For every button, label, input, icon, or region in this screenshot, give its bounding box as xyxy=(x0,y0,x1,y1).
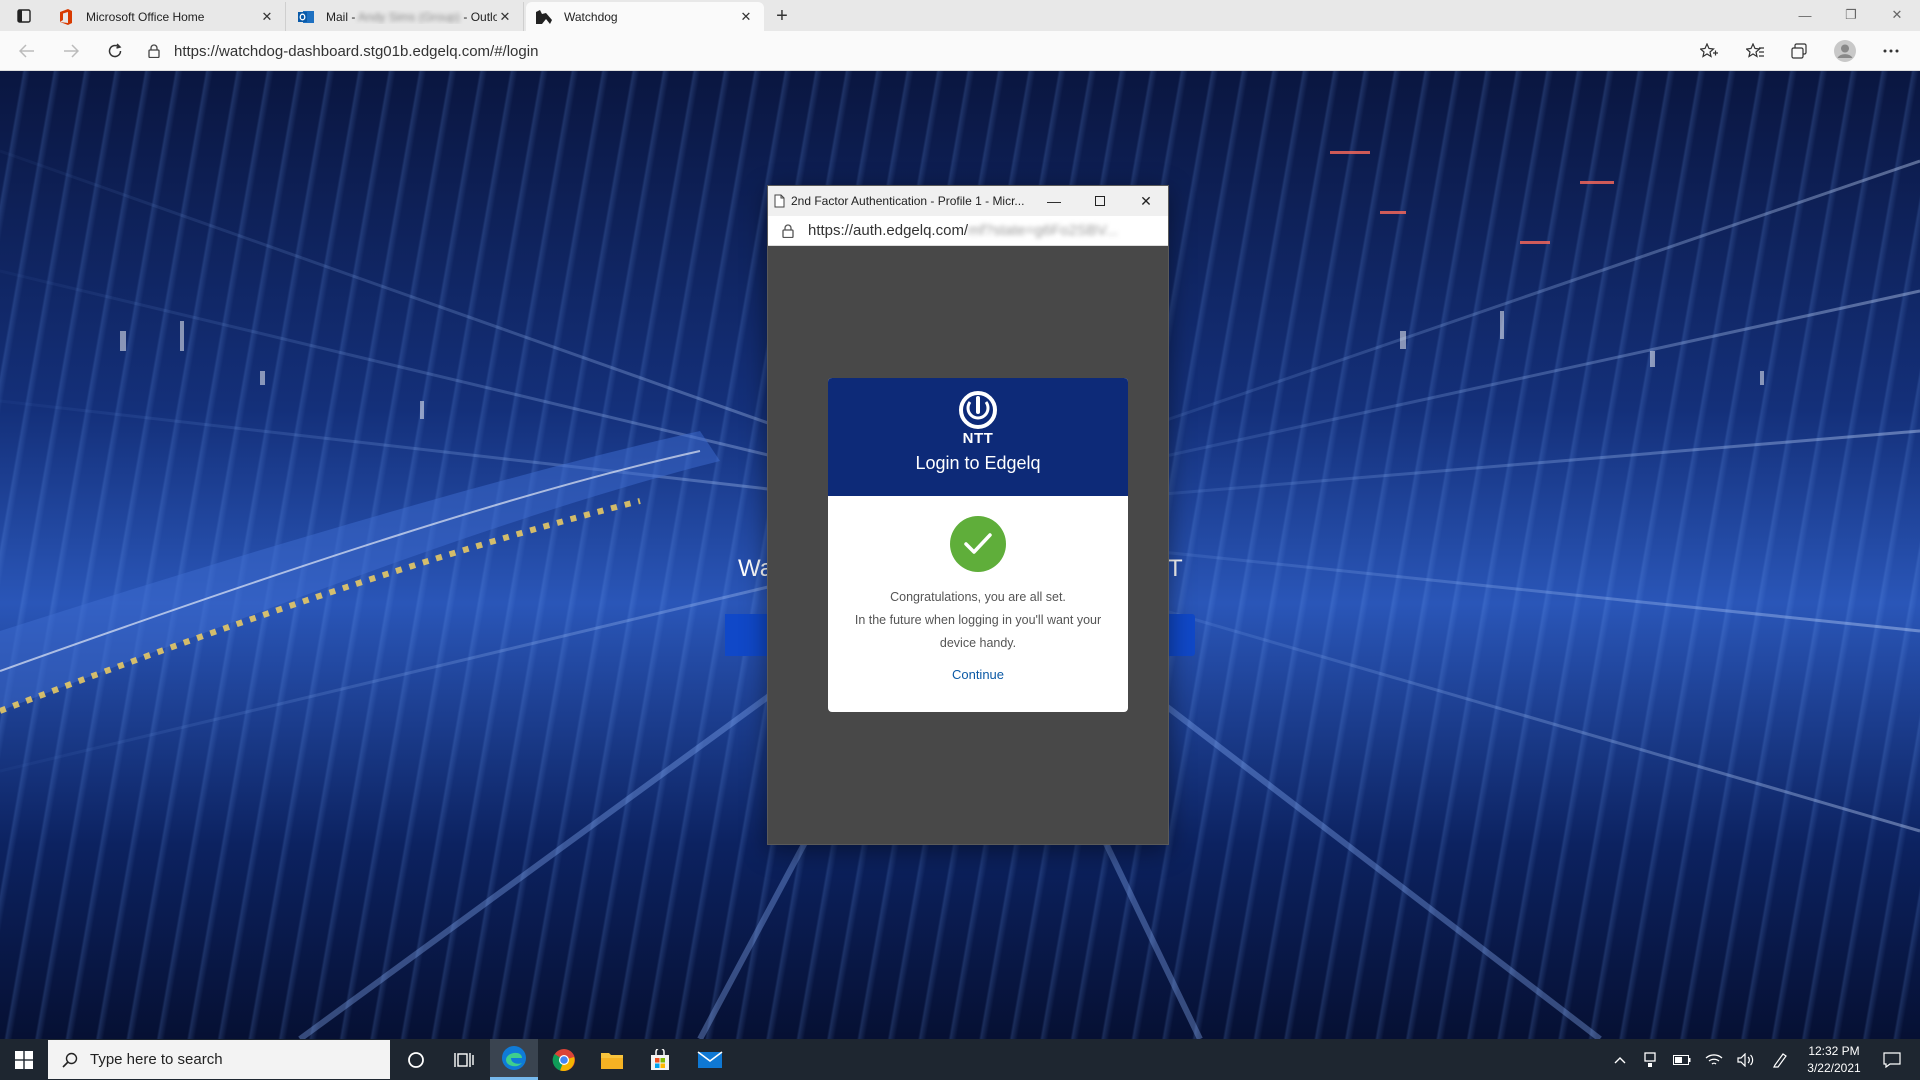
lock-icon xyxy=(782,223,794,238)
success-message-line1: Congratulations, you are all set. xyxy=(890,590,1066,604)
auth-success-card: NTT Login to Edgelq Congratulations, you… xyxy=(828,378,1128,712)
watchdog-icon xyxy=(536,9,552,25)
popup-address-bar: https://auth.edgelq.com/ mf?state=g6Fo2S… xyxy=(768,216,1168,246)
popup-url-path: mf?state=g6Fo2SBV... xyxy=(968,222,1119,239)
close-icon[interactable]: ✕ xyxy=(738,9,754,25)
meet-now-icon[interactable] xyxy=(1636,1039,1664,1080)
task-view-icon[interactable] xyxy=(440,1039,488,1080)
success-check-icon xyxy=(950,516,1006,572)
chrome-taskbar-icon[interactable] xyxy=(540,1039,588,1080)
show-hidden-icons-icon[interactable] xyxy=(1606,1039,1634,1080)
popup-minimize-icon[interactable]: — xyxy=(1032,186,1076,216)
tab-label: Mail - Andy Sims (Group) - Outlook xyxy=(326,10,497,24)
favorites-icon[interactable] xyxy=(1742,39,1768,63)
close-icon[interactable]: ✕ xyxy=(497,9,513,25)
popup-url-host: https://auth.edgelq.com/ xyxy=(808,222,969,239)
pen-workspace-icon[interactable] xyxy=(1766,1039,1794,1080)
close-window-icon[interactable]: ✕ xyxy=(1874,0,1920,30)
address-bar[interactable]: https://watchdog-dashboard.stg01b.edgelq… xyxy=(148,36,1708,66)
restore-icon[interactable]: ❐ xyxy=(1828,0,1874,30)
forward-icon[interactable] xyxy=(58,39,84,63)
lock-icon[interactable] xyxy=(148,44,160,58)
new-tab-button[interactable]: + xyxy=(770,5,794,27)
success-message-line2: In the future when logging in you'll wan… xyxy=(854,613,1102,650)
profile-avatar-icon[interactable] xyxy=(1832,39,1858,63)
more-options-icon[interactable] xyxy=(1878,39,1904,63)
windows-taskbar: Type here to search 12:32 PM 3/22/2021 xyxy=(0,1039,1920,1080)
card-title: Login to Edgelq xyxy=(915,453,1041,473)
login-button-partial-left[interactable] xyxy=(725,614,767,656)
navigation-bar: https://watchdog-dashboard.stg01b.edgelq… xyxy=(0,31,1920,71)
cortana-icon[interactable] xyxy=(392,1039,440,1080)
notifications-icon[interactable] xyxy=(1872,1039,1912,1080)
popup-title: 2nd Factor Authentication - Profile 1 - … xyxy=(791,194,1025,208)
tab-label: Microsoft Office Home xyxy=(86,9,205,24)
tab-mail[interactable]: Mail - Andy Sims (Group) - Outlook ✕ xyxy=(288,2,524,31)
minimize-icon[interactable]: — xyxy=(1782,0,1828,30)
search-placeholder: Type here to search xyxy=(90,1051,223,1068)
back-icon[interactable] xyxy=(14,39,40,63)
tab-label: Watchdog xyxy=(564,9,618,24)
auth-popup-window: 2nd Factor Authentication - Profile 1 - … xyxy=(767,185,1169,845)
url-text: https://watchdog-dashboard.stg01b.edgelq… xyxy=(174,42,539,60)
edge-taskbar-icon[interactable] xyxy=(490,1039,538,1080)
close-icon[interactable]: ✕ xyxy=(259,9,275,25)
login-button-partial-right[interactable] xyxy=(1169,614,1195,656)
clock-date: 3/22/2021 xyxy=(1807,1061,1861,1075)
refresh-icon[interactable] xyxy=(102,39,128,63)
wifi-icon[interactable] xyxy=(1700,1039,1728,1080)
success-message: Congratulations, you are all set. In the… xyxy=(828,586,1128,655)
popup-close-icon[interactable]: ✕ xyxy=(1124,186,1168,216)
taskbar-clock[interactable]: 12:32 PM 3/22/2021 xyxy=(1800,1043,1868,1077)
clock-time: 12:32 PM xyxy=(1808,1044,1860,1058)
brand-name: NTT xyxy=(962,430,994,447)
collections-icon[interactable] xyxy=(1786,39,1812,63)
store-icon[interactable] xyxy=(636,1039,684,1080)
card-header: NTT Login to Edgelq xyxy=(828,378,1128,496)
taskbar-search-box[interactable]: Type here to search xyxy=(48,1040,390,1079)
popup-maximize-icon[interactable] xyxy=(1078,186,1122,216)
page-icon xyxy=(774,194,785,208)
tab-office[interactable]: Microsoft Office Home ✕ xyxy=(48,2,286,31)
search-icon xyxy=(62,1052,78,1068)
battery-icon[interactable] xyxy=(1668,1039,1696,1080)
volume-icon[interactable] xyxy=(1732,1039,1760,1080)
file-explorer-icon[interactable] xyxy=(588,1039,636,1080)
welcome-heading-right: T xyxy=(1168,555,1183,582)
outlook-icon xyxy=(298,9,314,25)
continue-link[interactable]: Continue xyxy=(828,667,1128,682)
mail-app-icon[interactable] xyxy=(686,1039,734,1080)
start-button[interactable] xyxy=(0,1039,48,1080)
tab-actions-icon[interactable] xyxy=(10,6,38,26)
add-favorite-icon[interactable] xyxy=(1696,39,1722,63)
tab-watchdog[interactable]: Watchdog ✕ xyxy=(526,2,764,31)
tab-bar: Microsoft Office Home ✕ Mail - Andy Sims… xyxy=(0,0,1920,31)
tab-label-mail: Mail - Andy Sims (Group) - Outlook xyxy=(326,9,497,24)
office-icon xyxy=(58,8,74,25)
ntt-logo-icon xyxy=(956,390,1000,430)
